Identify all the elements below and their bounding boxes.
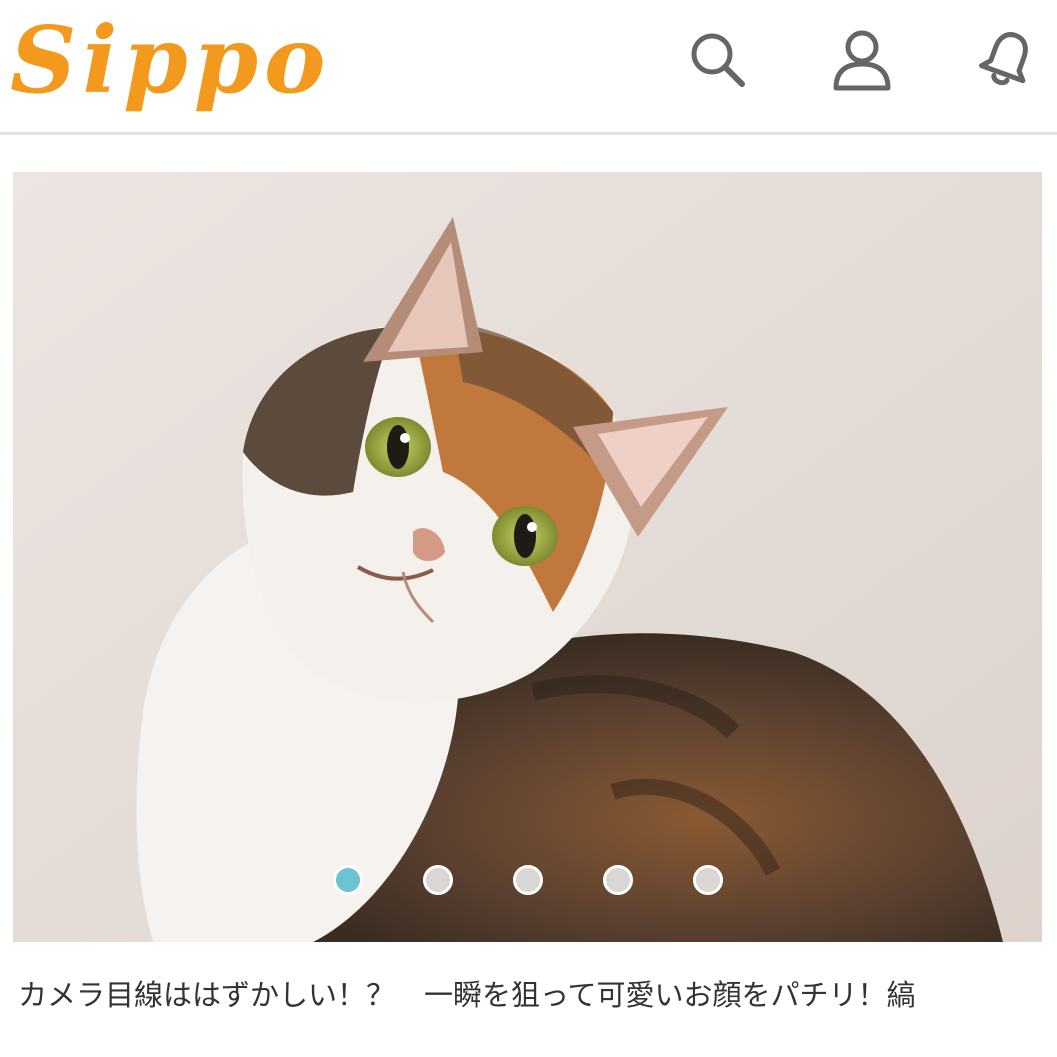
article-title[interactable]: カメラ目線ははずかしい！？ 一瞬を狙って可愛いお顔をパチリ！縞 [18, 972, 1048, 1022]
calico-cat-photo [13, 172, 1042, 942]
carousel-indicators [0, 865, 1057, 905]
carousel-dot-4[interactable] [603, 865, 633, 895]
bell-icon [979, 32, 1028, 86]
user-icon [833, 30, 891, 91]
carousel-dot-3[interactable] [513, 865, 543, 895]
app-header: Sippo [0, 0, 1057, 135]
notification-button[interactable] [975, 28, 1039, 92]
carousel-dot-2[interactable] [423, 865, 453, 895]
search-icon [691, 33, 745, 87]
carousel-dot-1[interactable] [333, 865, 363, 895]
hero-carousel[interactable] [13, 172, 1042, 942]
account-button[interactable] [830, 28, 894, 92]
carousel-dot-5[interactable] [693, 865, 723, 895]
search-button[interactable] [686, 28, 750, 92]
sippo-logo[interactable]: Sippo [10, 10, 331, 110]
